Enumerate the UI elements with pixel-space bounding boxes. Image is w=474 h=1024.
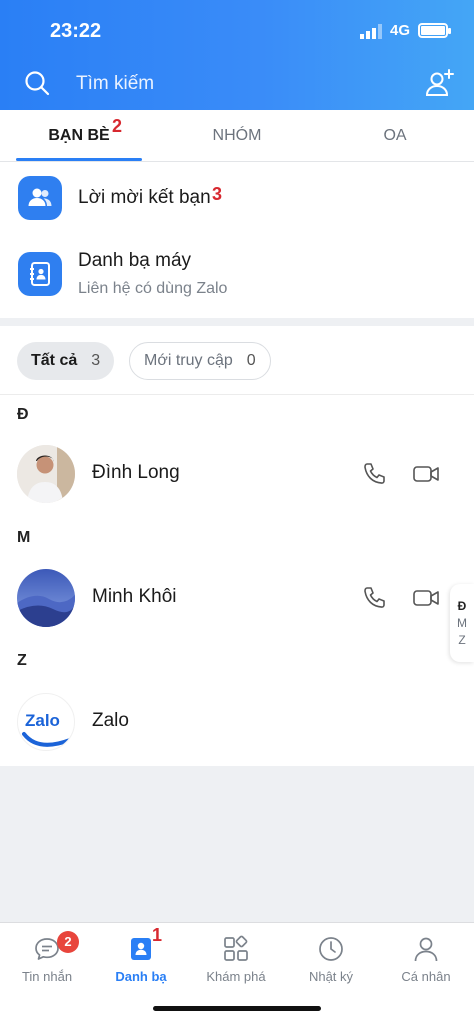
person-icon [414, 937, 438, 962]
section-letter: Đ [17, 406, 29, 423]
active-tab-indicator [16, 158, 142, 161]
friend-actions-section: Lời mời kết bạn 3 Danh bạ máy Liên hệ có… [0, 162, 474, 318]
divider [0, 394, 474, 395]
battery-icon [418, 23, 451, 38]
nav-timeline[interactable]: Nhật ký [284, 923, 378, 993]
nav-discover-label: Khám phá [206, 969, 266, 984]
phone-icon[interactable] [362, 585, 388, 611]
index-letter[interactable]: Đ [458, 599, 467, 613]
app-header: 23:22 4G Tìm kiếm [0, 0, 474, 110]
friend-requests-icon [18, 176, 62, 220]
annotation-2: 2 [112, 116, 123, 136]
filter-recent-chip[interactable]: Mới truy cập 0 [129, 342, 271, 380]
nav-messages-label: Tin nhắn [21, 969, 73, 984]
tab-friends[interactable]: BẠN BÈ [16, 110, 142, 162]
tab-oa-label: OA [383, 127, 407, 144]
phone-icon[interactable] [362, 461, 388, 487]
section-letter: Z [17, 652, 27, 669]
zalo-avatar: Zalo [17, 693, 75, 751]
phonebook-icon [18, 252, 62, 296]
search-icon[interactable] [24, 70, 50, 96]
alphabet-index-bar[interactable]: Đ M Z [450, 584, 474, 662]
index-letter[interactable]: M [457, 616, 467, 630]
contacts-icon [131, 938, 151, 960]
contact-name: Minh Khôi [92, 586, 177, 607]
avatar [17, 569, 75, 627]
nav-profile[interactable]: Cá nhân [379, 923, 473, 993]
contacts-list-section: Tất cả 3 Mới truy cập 0 Đ Đình Long M Mi… [0, 326, 474, 766]
nav-profile-label: Cá nhân [401, 969, 451, 984]
avatar [17, 445, 75, 503]
unread-badge: 2 [57, 931, 79, 953]
friend-requests-label: Lời mời kết bạn [78, 187, 211, 208]
filter-recent-count: 0 [246, 352, 256, 369]
nav-contacts[interactable]: 1 Danh bạ [94, 923, 188, 993]
phonebook-subtitle: Liên hệ có dùng Zalo [78, 280, 228, 297]
phonebook-row[interactable]: Danh bạ máy Liên hệ có dùng Zalo [0, 236, 474, 318]
status-indicators: 4G [359, 22, 451, 39]
nav-contacts-label: Danh bạ [115, 969, 167, 984]
annotation-3: 3 [212, 184, 223, 204]
contact-row[interactable]: Minh Khôi [0, 560, 440, 636]
signal-icon [359, 23, 382, 39]
home-indicator [153, 1006, 321, 1011]
nav-discover[interactable]: Khám phá [189, 923, 283, 993]
add-friend-icon[interactable] [424, 68, 454, 98]
filter-all-chip[interactable]: Tất cả 3 [17, 342, 115, 380]
contact-row[interactable]: Zalo Zalo [0, 684, 440, 760]
nav-messages[interactable]: 2 Tin nhắn [0, 923, 94, 993]
contacts-tabs: BẠN BÈ 2 NHÓM OA [0, 110, 474, 162]
status-time: 23:22 [50, 20, 102, 42]
section-letter: M [17, 529, 31, 546]
filter-all-count: 3 [91, 352, 101, 369]
discover-icon [224, 935, 248, 961]
video-call-icon[interactable] [412, 461, 440, 487]
video-call-icon[interactable] [412, 585, 440, 611]
annotation-1: 1 [152, 925, 163, 945]
contact-name: Zalo [92, 710, 129, 731]
tab-oa[interactable]: OA [332, 110, 458, 162]
zalo-logo-text: Zalo [25, 711, 60, 730]
contact-name: Đình Long [92, 462, 180, 483]
contact-row[interactable]: Đình Long [0, 436, 440, 512]
friend-requests-row[interactable]: Lời mời kết bạn 3 [0, 162, 474, 236]
filter-recent-label: Mới truy cập [144, 352, 233, 369]
search-bar[interactable]: Tìm kiếm [0, 62, 474, 106]
tab-groups-label: NHÓM [212, 127, 262, 144]
tab-friends-label: BẠN BÈ [48, 127, 110, 144]
network-type: 4G [389, 22, 410, 39]
search-input[interactable]: Tìm kiếm [76, 73, 154, 95]
nav-timeline-label: Nhật ký [308, 969, 354, 984]
index-letter[interactable]: Z [458, 633, 465, 647]
tab-groups[interactable]: NHÓM [175, 110, 299, 162]
filter-all-label: Tất cả [31, 352, 78, 369]
clock-icon [319, 937, 343, 961]
phonebook-label: Danh bạ máy [78, 250, 192, 271]
